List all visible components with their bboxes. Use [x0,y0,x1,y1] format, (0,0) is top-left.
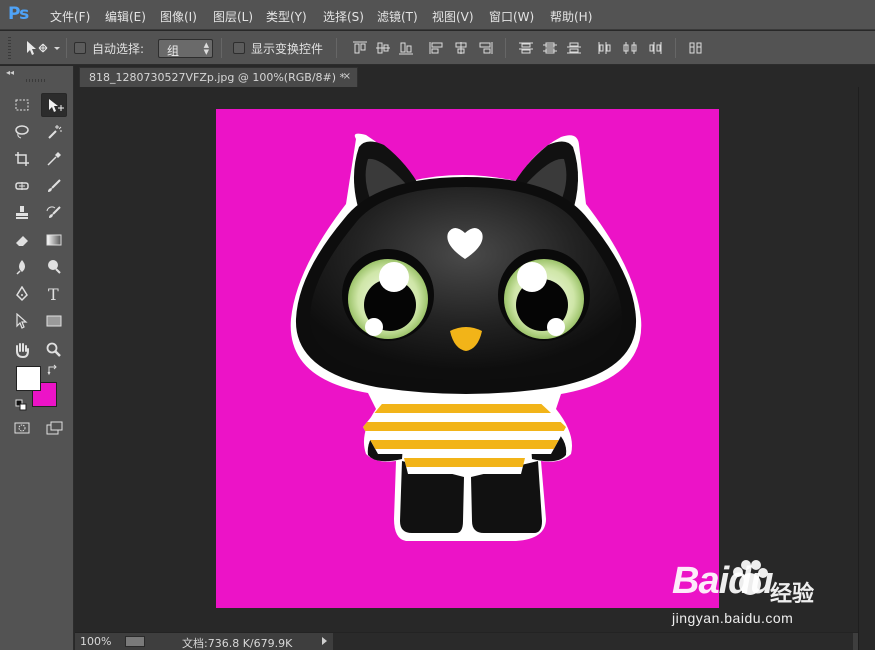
status-bar: 100% 文档:736.8 K/679.9K [75,632,858,650]
menu-bar: Ps 文件(F) 编辑(E) 图像(I) 图层(L) 类型(Y) 选择(S) 滤… [0,0,875,30]
auto-select-checkbox[interactable] [74,42,86,54]
zoom-tool-icon[interactable] [41,338,67,362]
auto-select-dropdown[interactable]: 组 ▲ ▼ [158,39,213,58]
type-tool-icon[interactable]: T [41,282,67,306]
separator [221,38,222,58]
collapse-panel-icon[interactable]: ◂◂ [6,68,14,77]
status-menu-arrow-icon[interactable] [322,637,327,645]
gradient-tool-icon[interactable] [41,228,67,252]
menu-image[interactable]: 图像(I) [160,8,197,25]
separator [336,38,337,58]
horizontal-scrollbar[interactable] [333,633,853,650]
eyedropper-tool-icon[interactable] [41,147,67,171]
watermark-url: jingyan.baidu.com [672,610,794,626]
photoshop-logo: Ps [8,4,29,24]
watermark-jingyan: 经验 [770,582,815,607]
blur-tool-icon[interactable] [9,255,35,279]
menu-type[interactable]: 类型(Y) [266,8,307,25]
healing-brush-tool-icon[interactable] [9,174,35,198]
marquee-tool-icon[interactable] [9,93,35,117]
document-canvas[interactable] [216,109,719,608]
align-left-icon[interactable] [428,41,444,55]
menu-layer[interactable]: 图层(L) [213,8,253,25]
dodge-tool-icon[interactable] [41,255,67,279]
distribute-top-icon[interactable] [518,41,534,55]
align-bottom-icon[interactable] [398,41,414,55]
default-colors-icon[interactable] [15,399,27,411]
move-tool-preset-icon[interactable] [24,39,62,57]
align-top-icon[interactable] [352,41,368,55]
foreground-color-swatch[interactable] [16,366,41,391]
tools-grip[interactable] [26,79,46,82]
move-tool-icon[interactable] [41,93,67,117]
document-tab-title: 818_1280730527VFZp.jpg @ 100%(RGB/8#) * [89,71,346,84]
pen-tool-icon[interactable] [9,282,35,306]
document-size-info: 文档:736.8 K/679.9K [182,637,293,650]
separator [505,38,506,58]
document-tab[interactable]: 818_1280730527VFZp.jpg @ 100%(RGB/8#) * … [79,67,358,87]
menu-edit[interactable]: 编辑(E) [105,8,146,25]
baidu-jingyan-watermark: Baidu 经验 jingyan.baidu.com [668,552,838,634]
paw-logo-icon [733,560,768,595]
quick-mask-icon[interactable] [9,416,35,440]
distribute-hcenter-icon[interactable] [622,41,638,55]
screen-mode-icon[interactable] [41,416,67,440]
menu-file[interactable]: 文件(F) [50,8,90,25]
auto-align-layers-icon[interactable] [688,41,704,55]
tools-panel: ◂◂ T [0,66,74,650]
lasso-tool-icon[interactable] [9,120,35,144]
options-bar: 自动选择: 组 ▲ ▼ 显示变换控件 [0,31,875,65]
swap-colors-icon[interactable] [47,364,59,376]
zoom-level[interactable]: 100% [80,635,111,648]
menu-help[interactable]: 帮助(H) [550,8,592,25]
right-panel-gutter [858,87,875,650]
distribute-right-icon[interactable] [647,41,663,55]
separator [66,38,67,58]
show-transform-label: 显示变换控件 [251,42,324,56]
rectangle-tool-icon[interactable] [41,309,67,333]
menu-filter[interactable]: 滤镜(T) [377,8,418,25]
align-vcenter-icon[interactable] [375,41,391,55]
options-grip[interactable] [8,37,11,59]
clone-stamp-tool-icon[interactable] [9,201,35,225]
document-status-icon [125,636,145,647]
distribute-vcenter-icon[interactable] [542,41,558,55]
path-selection-tool-icon[interactable] [9,309,35,333]
show-transform-checkbox[interactable] [233,42,245,54]
auto-select-label: 自动选择: [92,42,145,56]
close-tab-icon[interactable]: × [343,71,351,82]
distribute-bottom-icon[interactable] [566,41,582,55]
brush-tool-icon[interactable] [41,174,67,198]
auto-select-value: 组 [167,44,180,58]
align-hcenter-icon[interactable] [453,41,469,55]
menu-select[interactable]: 选择(S) [323,8,364,25]
eraser-tool-icon[interactable] [9,228,35,252]
menu-window[interactable]: 窗口(W) [489,8,534,25]
stepper-arrows-icon: ▲ ▼ [203,41,209,56]
menu-view[interactable]: 视图(V) [432,8,474,25]
history-brush-tool-icon[interactable] [41,201,67,225]
magic-wand-tool-icon[interactable] [41,120,67,144]
crop-tool-icon[interactable] [9,147,35,171]
separator [675,38,676,58]
distribute-left-icon[interactable] [597,41,613,55]
svg-text:T: T [48,286,59,302]
align-right-icon[interactable] [478,41,494,55]
hand-tool-icon[interactable] [9,338,35,362]
cat-illustration [290,133,642,541]
